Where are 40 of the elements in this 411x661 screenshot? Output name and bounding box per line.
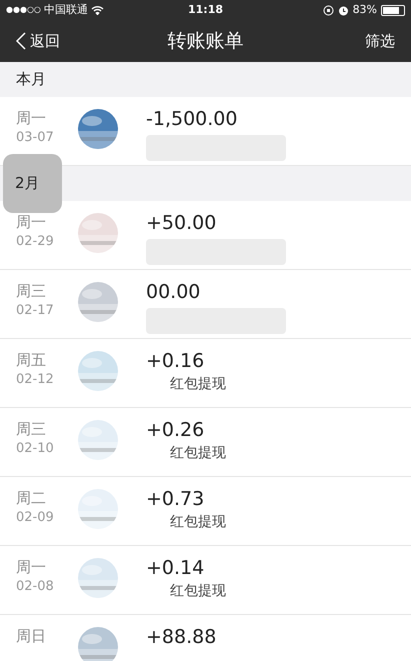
filter-button[interactable]: 筛选 xyxy=(365,30,395,52)
amount: +0.16 xyxy=(146,349,206,373)
alarm-icon xyxy=(338,4,349,16)
weekday: 周日 xyxy=(16,626,47,647)
date: 02-08 xyxy=(16,578,55,596)
carrier: 中国联通 xyxy=(44,2,88,18)
amount: +0.26 xyxy=(146,418,206,442)
battery-percent: 83% xyxy=(352,2,378,18)
transfer-note: 红包提现 xyxy=(169,375,226,394)
date: 02-17 xyxy=(16,302,55,320)
chevron-left-icon xyxy=(16,32,26,50)
amount: 00.00 xyxy=(146,280,202,304)
amount: +0.14 xyxy=(146,556,206,580)
amount: +88.88 xyxy=(146,625,216,649)
weekday: 周一 xyxy=(16,108,47,129)
section-index-popup: 2月 xyxy=(3,154,62,213)
date: 02-10 xyxy=(16,440,55,458)
page-title: 转账账单 xyxy=(168,28,244,54)
weekday: 周五 xyxy=(16,350,47,371)
weekday: 周三 xyxy=(16,281,47,302)
weekday: 周一 xyxy=(16,557,47,578)
amount: +50.00 xyxy=(146,211,218,235)
transfer-note: 红包提现 xyxy=(169,582,226,601)
weekday: 周二 xyxy=(16,488,47,509)
wifi-icon xyxy=(90,5,104,15)
amount: +0.73 xyxy=(146,487,206,511)
weekday: 周三 xyxy=(16,419,47,440)
transfer-note: 红包提现 xyxy=(169,444,226,463)
clock: 11:18 xyxy=(188,2,224,18)
date: 02-09 xyxy=(16,509,55,527)
signal-dots: ●●●○○ xyxy=(6,4,41,16)
date: 02-29 xyxy=(16,233,55,251)
battery-icon xyxy=(381,4,406,16)
section-header: 本月 xyxy=(16,69,46,90)
date: 02-12 xyxy=(16,371,55,389)
weekday: 周一 xyxy=(16,212,47,233)
amount: -1,500.00 xyxy=(146,107,238,131)
date: 03-07 xyxy=(16,129,55,147)
transfer-note: 红包提现 xyxy=(169,513,226,532)
back-button[interactable]: 返回 xyxy=(16,30,60,52)
